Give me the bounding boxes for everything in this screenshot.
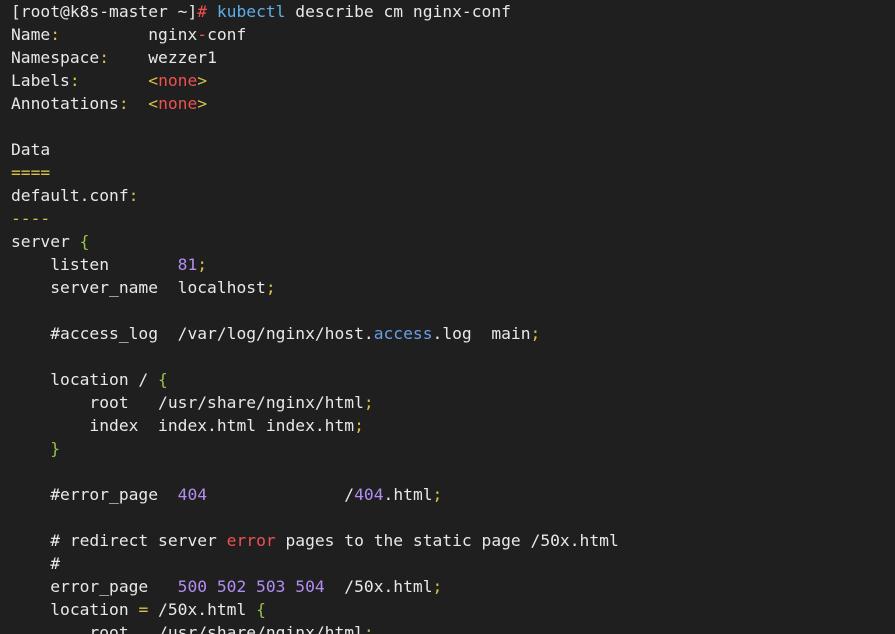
terminal-text: < xyxy=(148,71,159,90)
terminal-text: : xyxy=(50,25,61,44)
terminal-text: kubectl xyxy=(216,2,296,21)
terminal-text: > xyxy=(197,94,208,113)
terminal-text: server_name localhost xyxy=(11,278,266,297)
terminal-text: = xyxy=(138,600,149,619)
terminal-text: : xyxy=(69,71,80,90)
terminal-text: wezzer1 xyxy=(109,48,217,67)
terminal-line: server { xyxy=(11,230,895,253)
terminal-line: location = /50x.html { xyxy=(11,598,895,621)
terminal-text: : xyxy=(128,186,139,205)
terminal-line: } xyxy=(11,437,895,460)
terminal-text: ; xyxy=(530,324,541,343)
terminal-text: 404 xyxy=(177,485,208,504)
terminal-line: Namespace: wezzer1 xyxy=(11,46,895,69)
terminal-text: Annotations xyxy=(11,94,119,113)
terminal-line: root /usr/share/nginx/html; xyxy=(11,391,895,414)
terminal-text: default.conf xyxy=(11,186,129,205)
terminal-text: none xyxy=(158,94,198,113)
terminal-text: none xyxy=(158,71,198,90)
terminal-text: describe cm nginx-conf xyxy=(295,2,511,21)
terminal-line: ==== xyxy=(11,161,895,184)
terminal-text: ; xyxy=(197,255,208,274)
terminal-text: ==== xyxy=(11,163,51,182)
terminal-text: # xyxy=(197,2,217,21)
terminal-text: 500 502 503 504 xyxy=(177,577,325,596)
terminal-line: # xyxy=(11,552,895,575)
terminal-text: error_page xyxy=(11,577,178,596)
terminal-line: server_name localhost; xyxy=(11,276,895,299)
terminal-text: { xyxy=(158,370,168,389)
terminal-text: } xyxy=(50,439,61,458)
terminal-line: # redirect server error pages to the sta… xyxy=(11,529,895,552)
terminal-line: #access_log /var/log/nginx/host.access.l… xyxy=(11,322,895,345)
terminal-text: ; xyxy=(363,623,374,634)
terminal-text: conf xyxy=(207,25,247,44)
terminal-text: access xyxy=(373,324,433,343)
terminal-text: ; xyxy=(432,577,443,596)
terminal-line: Data xyxy=(11,138,895,161)
terminal-text: #access_log /var/log/nginx/host. xyxy=(11,324,374,343)
terminal-text: #error_page xyxy=(11,485,178,504)
terminal-line: Name: nginx-conf xyxy=(11,23,895,46)
terminal-line: root /usr/share/nginx/html; xyxy=(11,621,895,634)
terminal-text: root /usr/share/nginx/html xyxy=(11,393,364,412)
terminal-text: # xyxy=(11,554,61,573)
terminal-line: #error_page 404 /404.html; xyxy=(11,483,895,506)
terminal-text: : xyxy=(118,94,129,113)
terminal-text: ; xyxy=(432,485,443,504)
terminal-text: { xyxy=(256,600,266,619)
terminal-text: location / xyxy=(11,370,159,389)
terminal-text: Data xyxy=(11,140,51,159)
terminal-text: Name xyxy=(11,25,51,44)
terminal-text: .log main xyxy=(432,324,531,343)
terminal-text: /50x.html xyxy=(148,600,257,619)
terminal-text: 404 xyxy=(354,485,384,504)
terminal-text: server xyxy=(11,232,80,251)
terminal-line: location / { xyxy=(11,368,895,391)
terminal-line: error_page 500 502 503 504 /50x.html; xyxy=(11,575,895,598)
terminal-text: error xyxy=(226,531,276,550)
terminal-text: .html xyxy=(383,485,433,504)
terminal-text: location xyxy=(11,600,139,619)
terminal-text: ; xyxy=(354,416,364,435)
terminal-text: 81 xyxy=(177,255,198,274)
terminal-text: > xyxy=(197,71,208,90)
terminal-line: Annotations: <none> xyxy=(11,92,895,115)
terminal-text: /50x.html xyxy=(324,577,433,596)
terminal-text: pages to the static page /50x.html xyxy=(275,531,619,550)
terminal-text: Labels xyxy=(11,71,70,90)
terminal-text: # redirect server xyxy=(11,531,227,550)
terminal-text: ; xyxy=(363,393,374,412)
terminal-text: < xyxy=(148,94,159,113)
terminal-line: [root@k8s-master ~]# kubectl describe cm… xyxy=(11,0,895,23)
terminal-line: ---- xyxy=(11,207,895,230)
terminal-text: index index.html index.htm xyxy=(11,416,355,435)
terminal-window[interactable]: [root@k8s-master ~]# kubectl describe cm… xyxy=(0,0,895,634)
terminal-line: listen 81; xyxy=(11,253,895,276)
terminal-text: : xyxy=(99,48,110,67)
terminal-line: default.conf: xyxy=(11,184,895,207)
terminal-text: Namespace xyxy=(11,48,100,67)
terminal-text: nginx xyxy=(60,25,198,44)
terminal-text: ; xyxy=(265,278,276,297)
terminal-text: root /usr/share/nginx/html xyxy=(11,623,364,634)
terminal-text: ---- xyxy=(11,209,51,228)
terminal-text: / xyxy=(207,485,355,504)
terminal-text: { xyxy=(79,232,90,251)
terminal-line: Labels: <none> xyxy=(11,69,895,92)
terminal-text: - xyxy=(197,25,208,44)
terminal-line: index index.html index.htm; xyxy=(11,414,895,437)
terminal-text: [root@k8s-master ~] xyxy=(11,2,198,21)
terminal-text: listen xyxy=(11,255,178,274)
